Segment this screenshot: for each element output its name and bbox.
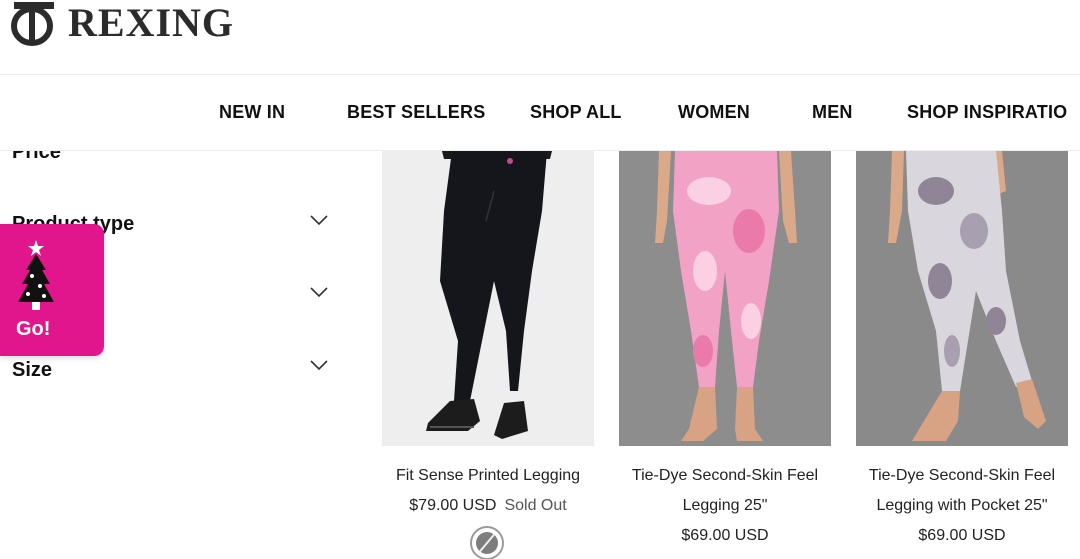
product-image[interactable] — [856, 151, 1068, 446]
promo-go-badge[interactable]: Go! — [0, 224, 104, 356]
color-swatch[interactable] — [470, 526, 504, 559]
nav-item-best-sellers[interactable]: BEST SELLERS — [347, 102, 485, 123]
nav-item-men[interactable]: MEN — [812, 102, 853, 123]
filter-size-label[interactable]: Size — [12, 359, 52, 382]
nav-item-shop-all[interactable]: SHOP ALL — [530, 102, 622, 123]
product-image[interactable] — [382, 151, 594, 446]
main-nav: NEW IN BEST SELLERS SHOP ALL WOMEN MEN S… — [0, 75, 1080, 151]
nav-item-new-in[interactable]: NEW IN — [219, 102, 285, 123]
nav-item-women[interactable]: WOMEN — [678, 102, 750, 123]
product-price: $79.00 USD — [409, 497, 497, 514]
chevron-down-icon[interactable] — [309, 214, 329, 226]
rexing-logo-icon — [11, 2, 54, 46]
product-image[interactable] — [619, 151, 831, 446]
product-card[interactable]: Tie-Dye Second-Skin Feel Legging with Po… — [856, 151, 1068, 544]
product-name-line-2[interactable]: Legging 25" — [605, 491, 845, 521]
promo-go-label: Go! — [16, 318, 51, 340]
product-card[interactable]: Tie-Dye Second-Skin Feel Legging 25" $69… — [619, 151, 831, 544]
nav-item-shop-inspiration[interactable]: SHOP INSPIRATIO — [907, 102, 1067, 123]
product-price: $69.00 USD — [918, 527, 1006, 544]
swatch-color — [476, 532, 498, 554]
sold-out-badge: Sold Out — [504, 497, 567, 514]
product-name-line-2[interactable]: Legging with Pocket 25" — [842, 491, 1080, 521]
product-card[interactable]: Fit Sense Printed Legging $79.00 USD Sold… — [382, 151, 594, 514]
product-name-line-1[interactable]: Tie-Dye Second-Skin Feel — [842, 461, 1080, 491]
brand-name: REXING — [68, 0, 235, 45]
product-name-line-1[interactable]: Tie-Dye Second-Skin Feel — [605, 461, 845, 491]
product-name[interactable]: Fit Sense Printed Legging — [368, 461, 608, 491]
product-price: $69.00 USD — [681, 527, 769, 544]
chevron-down-icon[interactable] — [309, 286, 329, 298]
brand-logo[interactable]: REXING — [10, 0, 234, 46]
chevron-down-icon[interactable] — [309, 359, 329, 371]
christmas-tree-icon — [18, 240, 54, 310]
